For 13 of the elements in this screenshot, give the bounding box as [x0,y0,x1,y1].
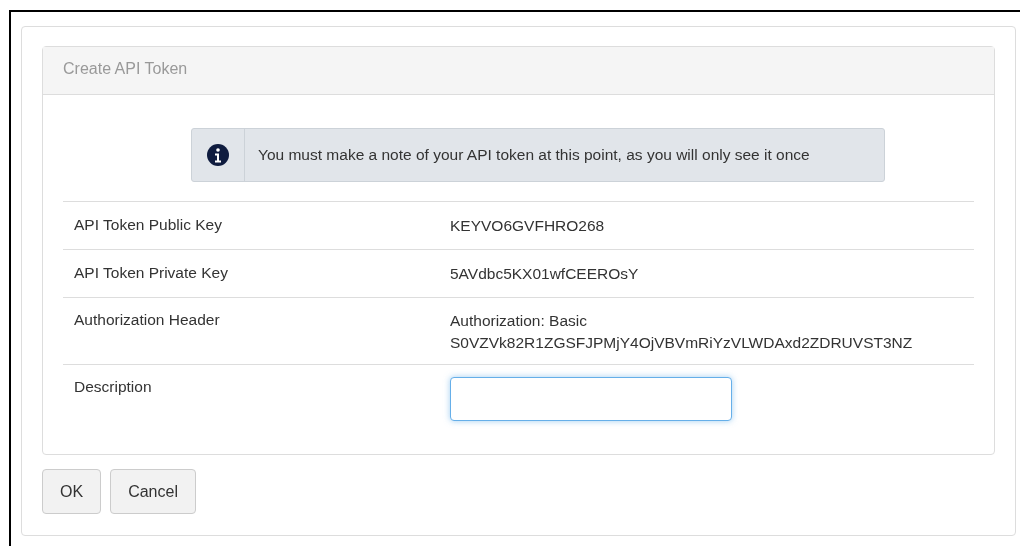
field-label: Description [74,377,153,397]
field-label: Authorization Header [74,310,221,330]
field-label: API Token Public Key [74,215,223,235]
alert-message: You must make a note of your API token at this point, as you will only see it once [257,146,810,164]
field-value: KEYVO6GVFHRO268 [450,217,605,234]
cancel-button[interactable]: Cancel [110,469,196,514]
field-value: 5AVdbc5KX01wfCEEROsY [450,265,639,282]
field-value: Authorization: Basic S0VZVk82R1ZGSFJPMjY4OjVBVmRiYzVLWDAxd2ZDRUVST3NZ [450,312,913,351]
ok-button[interactable]: OK [42,469,102,514]
description-input[interactable] [450,377,732,421]
field-label: API Token Private Key [74,263,229,283]
info-icon [207,144,229,166]
panel-title: Create API Token [63,60,188,77]
